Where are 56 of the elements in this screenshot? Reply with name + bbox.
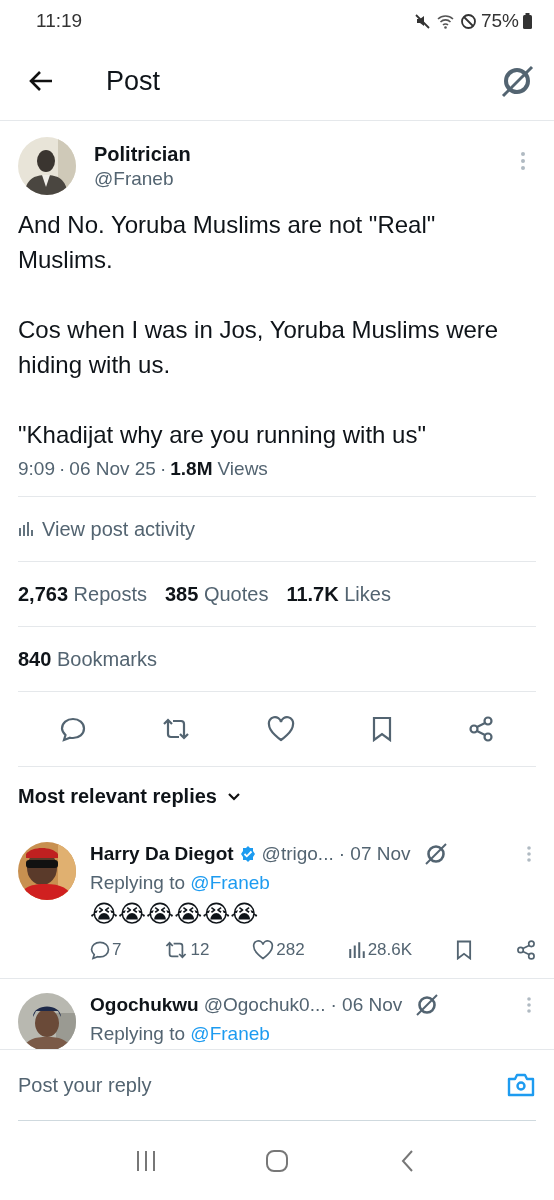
repost-icon[interactable] [161, 717, 192, 741]
post-text: Cos when I was in Jos, Yoruba Muslims were hiding with us. [18, 315, 500, 380]
author-handle[interactable]: @Franeb [94, 167, 502, 190]
reply-author-handle[interactable]: @trigo... [261, 843, 334, 865]
reply-author-handle[interactable]: @Ogochuk0... [203, 994, 326, 1016]
do-not-disturb-icon [459, 12, 477, 30]
reply-date: · 07 Nov [338, 843, 411, 865]
slashed-circle-icon[interactable] [423, 842, 448, 866]
stat-link[interactable]: 840 Bookmarks [18, 647, 157, 671]
slashed-circle-icon[interactable] [500, 64, 534, 98]
status-time: 11:19 [36, 10, 83, 32]
views-label: Views [217, 458, 268, 480]
repost-count-button[interactable]: 12 [164, 940, 210, 960]
post-date: 06 Nov 25 [69, 458, 156, 480]
chevron-down-icon [226, 791, 241, 802]
share-icon[interactable] [515, 940, 536, 960]
stat-link[interactable]: 2,763 Reposts [18, 582, 147, 606]
bookmark-icon[interactable] [455, 940, 473, 960]
reply-author-name[interactable]: Harry Da Diegot [90, 843, 234, 865]
views-count-button[interactable]: 28.6K [347, 940, 413, 960]
wifi-icon [435, 12, 456, 30]
camera-icon[interactable] [506, 1072, 536, 1098]
bar-chart-icon [18, 522, 34, 536]
sort-dropdown[interactable]: Most relevant replies [0, 767, 259, 820]
like-count-button[interactable]: 282 [252, 940, 305, 960]
mute-icon [413, 12, 432, 30]
reply-count-button[interactable]: 7 [90, 940, 122, 960]
battery-icon [523, 13, 532, 29]
reply-icon [90, 940, 110, 960]
share-icon[interactable] [468, 716, 495, 742]
reply-date: · 06 Nov [330, 994, 403, 1016]
post-time: 9:09 [18, 458, 55, 480]
post-text: "Khadijat why are you running with us" [18, 420, 427, 450]
stat-link[interactable]: 11.7K Likes [286, 582, 391, 606]
heart-icon[interactable] [267, 716, 295, 742]
reply-icon[interactable] [59, 716, 86, 742]
views-count: 1.8M [170, 458, 213, 480]
heart-icon [252, 940, 275, 960]
bookmark-icon[interactable] [370, 716, 393, 742]
replying-label: Replying to [90, 1023, 186, 1044]
replying-label: Replying to [90, 872, 186, 893]
reply-author-name[interactable]: Ogochukwu [90, 994, 199, 1016]
battery-percent: 75% [480, 10, 519, 32]
back-arrow-icon[interactable] [28, 70, 54, 92]
separator-dot: · [159, 458, 167, 480]
stat-link[interactable]: 385 Quotes [165, 582, 269, 606]
author-name[interactable]: Politrician [94, 142, 502, 166]
home-icon[interactable] [265, 1148, 289, 1173]
repost-icon [164, 940, 189, 960]
slashed-circle-icon[interactable] [415, 993, 440, 1017]
reply-text: 😭😭😭😭😭😭 [90, 900, 260, 928]
view-activity-link[interactable]: View post activity [18, 497, 536, 562]
bar-chart-icon [347, 941, 366, 959]
separator-dot: · [59, 458, 66, 480]
post-text: And No. Yoruba Muslims are not "Real" Muslims. [18, 210, 437, 275]
page-title: Post [106, 65, 162, 97]
